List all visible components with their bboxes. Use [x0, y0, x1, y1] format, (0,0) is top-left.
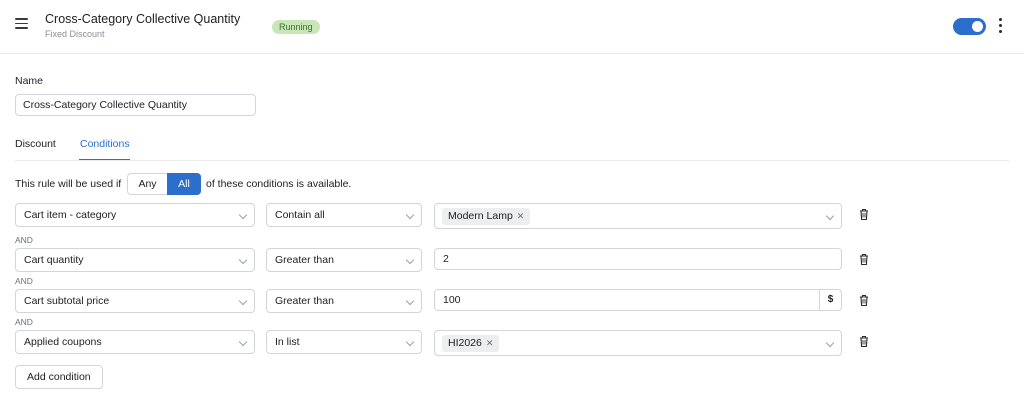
condition-field-value: Cart item - category — [24, 209, 117, 221]
condition-operator-select[interactable]: Contain all — [266, 203, 422, 227]
rule-prefix: This rule will be used if — [15, 178, 122, 190]
and-connector: AND — [15, 317, 33, 327]
currency-suffix: $ — [819, 290, 841, 310]
selected-tag: Modern Lamp ✕ — [442, 208, 531, 225]
name-input[interactable]: Cross-Category Collective Quantity — [15, 94, 256, 116]
and-connector: AND — [15, 235, 33, 245]
condition-operator-value: Greater than — [275, 254, 334, 266]
tab-conditions[interactable]: Conditions — [80, 138, 130, 150]
condition-operator-value: In list — [275, 336, 300, 348]
tag-label: HI2026 — [448, 337, 482, 349]
chevron-down-icon — [405, 337, 415, 347]
chevron-down-icon — [825, 211, 835, 221]
toggle-knob — [972, 21, 983, 32]
rule-suffix: of these conditions is available. — [206, 178, 352, 190]
condition-operator-select[interactable]: In list — [266, 330, 422, 354]
menu-icon[interactable] — [15, 18, 28, 30]
enable-toggle[interactable] — [953, 18, 986, 35]
trash-icon[interactable] — [858, 253, 870, 266]
chevron-down-icon — [238, 210, 248, 220]
condition-value-multiselect[interactable]: Modern Lamp ✕ — [434, 203, 842, 229]
condition-value-multiselect[interactable]: HI2026 ✕ — [434, 330, 842, 356]
chevron-down-icon — [238, 296, 248, 306]
close-icon[interactable]: ✕ — [486, 338, 494, 348]
close-icon[interactable]: ✕ — [517, 211, 525, 221]
condition-operator-select[interactable]: Greater than — [266, 289, 422, 313]
match-all-button[interactable]: All — [167, 173, 201, 195]
page-subtitle: Fixed Discount — [45, 29, 105, 39]
condition-field-select[interactable]: Cart quantity — [15, 248, 255, 272]
name-label: Name — [15, 75, 44, 87]
status-badge: Running — [272, 20, 320, 34]
tabs-divider — [15, 160, 1009, 161]
condition-field-value: Cart quantity — [24, 254, 84, 266]
page-header: Cross-Category Collective Quantity Fixed… — [0, 0, 1024, 54]
tab-discount[interactable]: Discount — [15, 138, 56, 150]
add-condition-button[interactable]: Add condition — [15, 365, 103, 389]
condition-field-value: Applied coupons — [24, 336, 102, 348]
chevron-down-icon — [238, 255, 248, 265]
chevron-down-icon — [405, 255, 415, 265]
trash-icon[interactable] — [858, 335, 870, 348]
match-any-button[interactable]: Any — [127, 173, 167, 195]
condition-field-select[interactable]: Applied coupons — [15, 330, 255, 354]
selected-tag: HI2026 ✕ — [442, 335, 500, 352]
chevron-down-icon — [405, 210, 415, 220]
condition-operator-value: Contain all — [275, 209, 325, 221]
condition-field-select[interactable]: Cart subtotal price — [15, 289, 255, 313]
chevron-down-icon — [238, 337, 248, 347]
more-vertical-icon[interactable] — [997, 18, 1003, 35]
condition-field-select[interactable]: Cart item - category — [15, 203, 255, 227]
chevron-down-icon — [405, 296, 415, 306]
trash-icon[interactable] — [858, 208, 870, 221]
and-connector: AND — [15, 276, 33, 286]
trash-icon[interactable] — [858, 294, 870, 307]
condition-value-input[interactable]: 2 — [434, 248, 842, 270]
condition-operator-value: Greater than — [275, 295, 334, 307]
condition-operator-select[interactable]: Greater than — [266, 248, 422, 272]
condition-field-value: Cart subtotal price — [24, 295, 110, 307]
condition-value-input[interactable]: 100 $ — [434, 289, 842, 311]
condition-value-text: 100 — [443, 294, 461, 306]
tag-label: Modern Lamp — [448, 210, 513, 222]
chevron-down-icon — [825, 338, 835, 348]
page-title: Cross-Category Collective Quantity — [45, 12, 241, 26]
